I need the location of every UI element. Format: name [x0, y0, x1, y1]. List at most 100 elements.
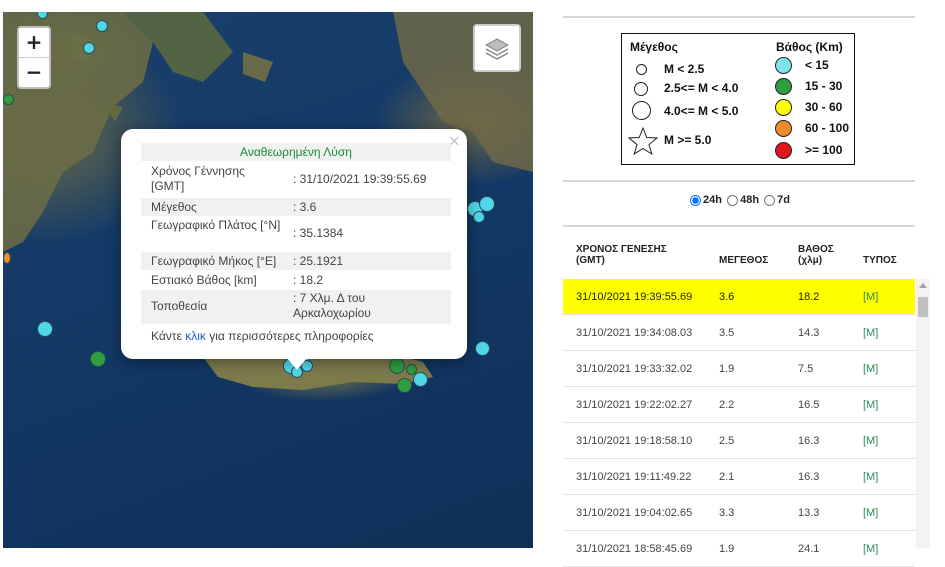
earthquake-marker[interactable]	[413, 372, 428, 387]
table-row[interactable]: 31/10/2021 19:34:08.03 3.5 14.3 [M]	[563, 315, 915, 351]
table-row[interactable]: 31/10/2021 19:11:49.22 2.1 16.3 [M]	[563, 459, 915, 495]
popup-row-time: Χρόνος Γέννησης [GMT] : 31/10/2021 19:39…	[141, 163, 451, 197]
cell-type: [M]	[863, 471, 879, 483]
cell-time: 31/10/2021 19:22:02.27	[576, 399, 693, 411]
filter-24h-radio[interactable]	[690, 194, 702, 206]
earthquake-marker[interactable]	[389, 358, 405, 374]
cell-type: [M]	[863, 363, 879, 375]
popup-row-value: : 25.1921	[293, 254, 344, 268]
earthquake-marker[interactable]	[406, 364, 417, 375]
table-row[interactable]: 31/10/2021 19:33:32.02 1.9 7.5 [M]	[563, 351, 915, 387]
table-row[interactable]: 31/10/2021 19:04:02.65 3.3 13.3 [M]	[563, 495, 915, 531]
cell-depth: 16.3	[798, 471, 820, 483]
popup-row-label: Μέγεθος	[151, 200, 197, 214]
table-header: ΧΡΟΝΟΣ ΓΕΝΕΣΗΣ (GMT) ΜΕΓΕΘΟΣ ΒΑΘΟΣ (χλμ)…	[563, 235, 915, 277]
popup-more-link[interactable]: κλικ	[185, 329, 206, 343]
legend-depth-label: < 15	[805, 58, 829, 72]
cell-depth: 16.3	[798, 435, 820, 447]
popup-row-value: : 31/10/2021 19:39:55.69	[293, 172, 427, 186]
cell-depth: 24.1	[798, 543, 820, 555]
earthquake-marker[interactable]	[90, 351, 106, 367]
earthquake-marker[interactable]	[37, 321, 53, 337]
legend-magnitude-label: M >= 5.0	[664, 133, 712, 147]
legend-box: Μέγεθος Βάθος (Km) M < 2.5 2.5<= M < 4.0…	[621, 33, 855, 165]
scroll-up-arrow-icon[interactable]	[919, 283, 927, 288]
filter-24h-label: 24h	[703, 194, 723, 206]
table-row[interactable]: 31/10/2021 19:39:55.69 3.6 18.2 [M]	[563, 279, 915, 315]
layers-icon	[484, 38, 510, 60]
cell-time: 31/10/2021 18:58:45.69	[576, 543, 693, 555]
earthquake-marker[interactable]	[479, 196, 495, 212]
depth-color-dot	[775, 120, 792, 137]
earthquake-marker[interactable]	[475, 341, 490, 356]
popup-row-value: : 18.2	[293, 273, 324, 287]
filter-48h-radio[interactable]	[727, 194, 739, 206]
header-time[interactable]: ΧΡΟΝΟΣ ΓΕΝΕΣΗΣ (GMT)	[576, 244, 686, 266]
cell-type: [M]	[863, 399, 879, 411]
earthquake-marker[interactable]	[83, 42, 95, 54]
header-depth[interactable]: ΒΑΘΟΣ (χλμ)	[798, 244, 842, 266]
popup-row-label: Γεωγραφικό Μήκος [°E]	[151, 254, 277, 268]
popup-row-label: Εστιακό Βάθος [km]	[151, 273, 257, 287]
legend-magnitude-label: M < 2.5	[664, 62, 705, 76]
depth-color-dot	[775, 99, 792, 116]
earthquake-popup: × Αναθεωρημένη Λύση Χρόνος Γέννησης [GMT…	[121, 129, 467, 359]
popup-title: Αναθεωρημένη Λύση	[141, 143, 451, 161]
header-magnitude[interactable]: ΜΕΓΕΘΟΣ	[719, 255, 768, 266]
cell-depth: 13.3	[798, 507, 820, 519]
legend-depth-label: 15 - 30	[805, 79, 843, 93]
cell-magnitude: 3.3	[719, 507, 735, 519]
magnitude-star-icon	[628, 126, 658, 156]
cell-time: 31/10/2021 19:34:08.03	[576, 327, 693, 339]
legend-depth-title: Βάθος (Km)	[776, 40, 843, 54]
earthquake-marker[interactable]	[473, 211, 485, 223]
cell-depth: 14.3	[798, 327, 820, 339]
legend-depth-label: >= 100	[805, 143, 843, 157]
cell-type: [M]	[863, 507, 879, 519]
popup-row-magnitude: Μέγεθος : 3.6	[141, 198, 451, 216]
cell-depth: 18.2	[798, 291, 820, 303]
filter-7d-label: 7d	[777, 194, 790, 206]
earthquake-marker[interactable]	[96, 20, 108, 32]
layers-button[interactable]	[473, 24, 521, 72]
popup-more-prefix: Κάντε	[151, 329, 186, 343]
header-type[interactable]: ΤΥΠΟΣ	[863, 255, 897, 266]
cell-depth: 16.5	[798, 399, 820, 411]
table-row[interactable]: 31/10/2021 19:18:58.10 2.5 16.3 [M]	[563, 423, 915, 459]
popup-row-longitude: Γεωγραφικό Μήκος [°E] : 25.1921	[141, 252, 451, 270]
popup-row-value: : 3.6	[293, 200, 317, 214]
legend-magnitude-title: Μέγεθος	[630, 40, 678, 54]
popup-more-info: Κάντε κλικ για περισσότερες πληροφορίες	[151, 329, 374, 343]
legend-magnitude-label: 2.5<= M < 4.0	[664, 81, 739, 95]
filter-7d-radio[interactable]	[764, 194, 776, 206]
popup-more-suffix: για περισσότερες πληροφορίες	[205, 329, 374, 343]
legend-depth-label: 30 - 60	[805, 100, 843, 114]
zoom-in-button[interactable]: +	[19, 28, 49, 58]
legend-magnitude-label: 4.0<= M < 5.0	[664, 104, 739, 118]
zoom-out-button[interactable]: −	[19, 58, 49, 87]
depth-color-dot	[775, 142, 792, 159]
magnitude-small-circle-icon	[636, 64, 647, 75]
cell-type: [M]	[863, 291, 879, 303]
earthquake-marker[interactable]	[3, 94, 14, 105]
earthquake-marker[interactable]	[3, 252, 11, 264]
depth-color-dot	[775, 57, 792, 74]
cell-magnitude: 1.9	[719, 543, 735, 555]
table-row[interactable]: 31/10/2021 18:58:45.69 1.9 24.1 [M]	[563, 531, 915, 567]
popup-row-depth: Εστιακό Βάθος [km] : 18.2	[141, 271, 451, 289]
table-scrollbar[interactable]	[916, 279, 930, 548]
popup-row-latitude: Γεωγραφικό Πλάτος [°N] : 35.1384	[141, 217, 451, 251]
cell-type: [M]	[863, 435, 879, 447]
popup-row-location: Τοποθεσία : 7 Χλμ. Δ του Αρκαλοχωρίου	[141, 290, 451, 324]
cell-time: 31/10/2021 19:04:02.65	[576, 507, 693, 519]
legend-depth-label: 60 - 100	[805, 121, 850, 135]
earthquake-map[interactable]: + − × Αναθεωρημένη Λύση Χρόνος Γέννησης …	[3, 12, 533, 548]
earthquake-marker[interactable]	[397, 378, 412, 393]
table-row[interactable]: 31/10/2021 19:22:02.27 2.2 16.5 [M]	[563, 387, 915, 423]
cell-magnitude: 2.2	[719, 399, 735, 411]
popup-row-value: : 7 Χλμ. Δ του Αρκαλοχωρίου	[293, 291, 371, 320]
panel-top-divider	[563, 0, 915, 18]
popup-row-label: Γεωγραφικό Πλάτος [°N]	[151, 218, 281, 232]
cell-time: 31/10/2021 19:18:58.10	[576, 435, 693, 447]
scrollbar-thumb[interactable]	[918, 297, 928, 317]
